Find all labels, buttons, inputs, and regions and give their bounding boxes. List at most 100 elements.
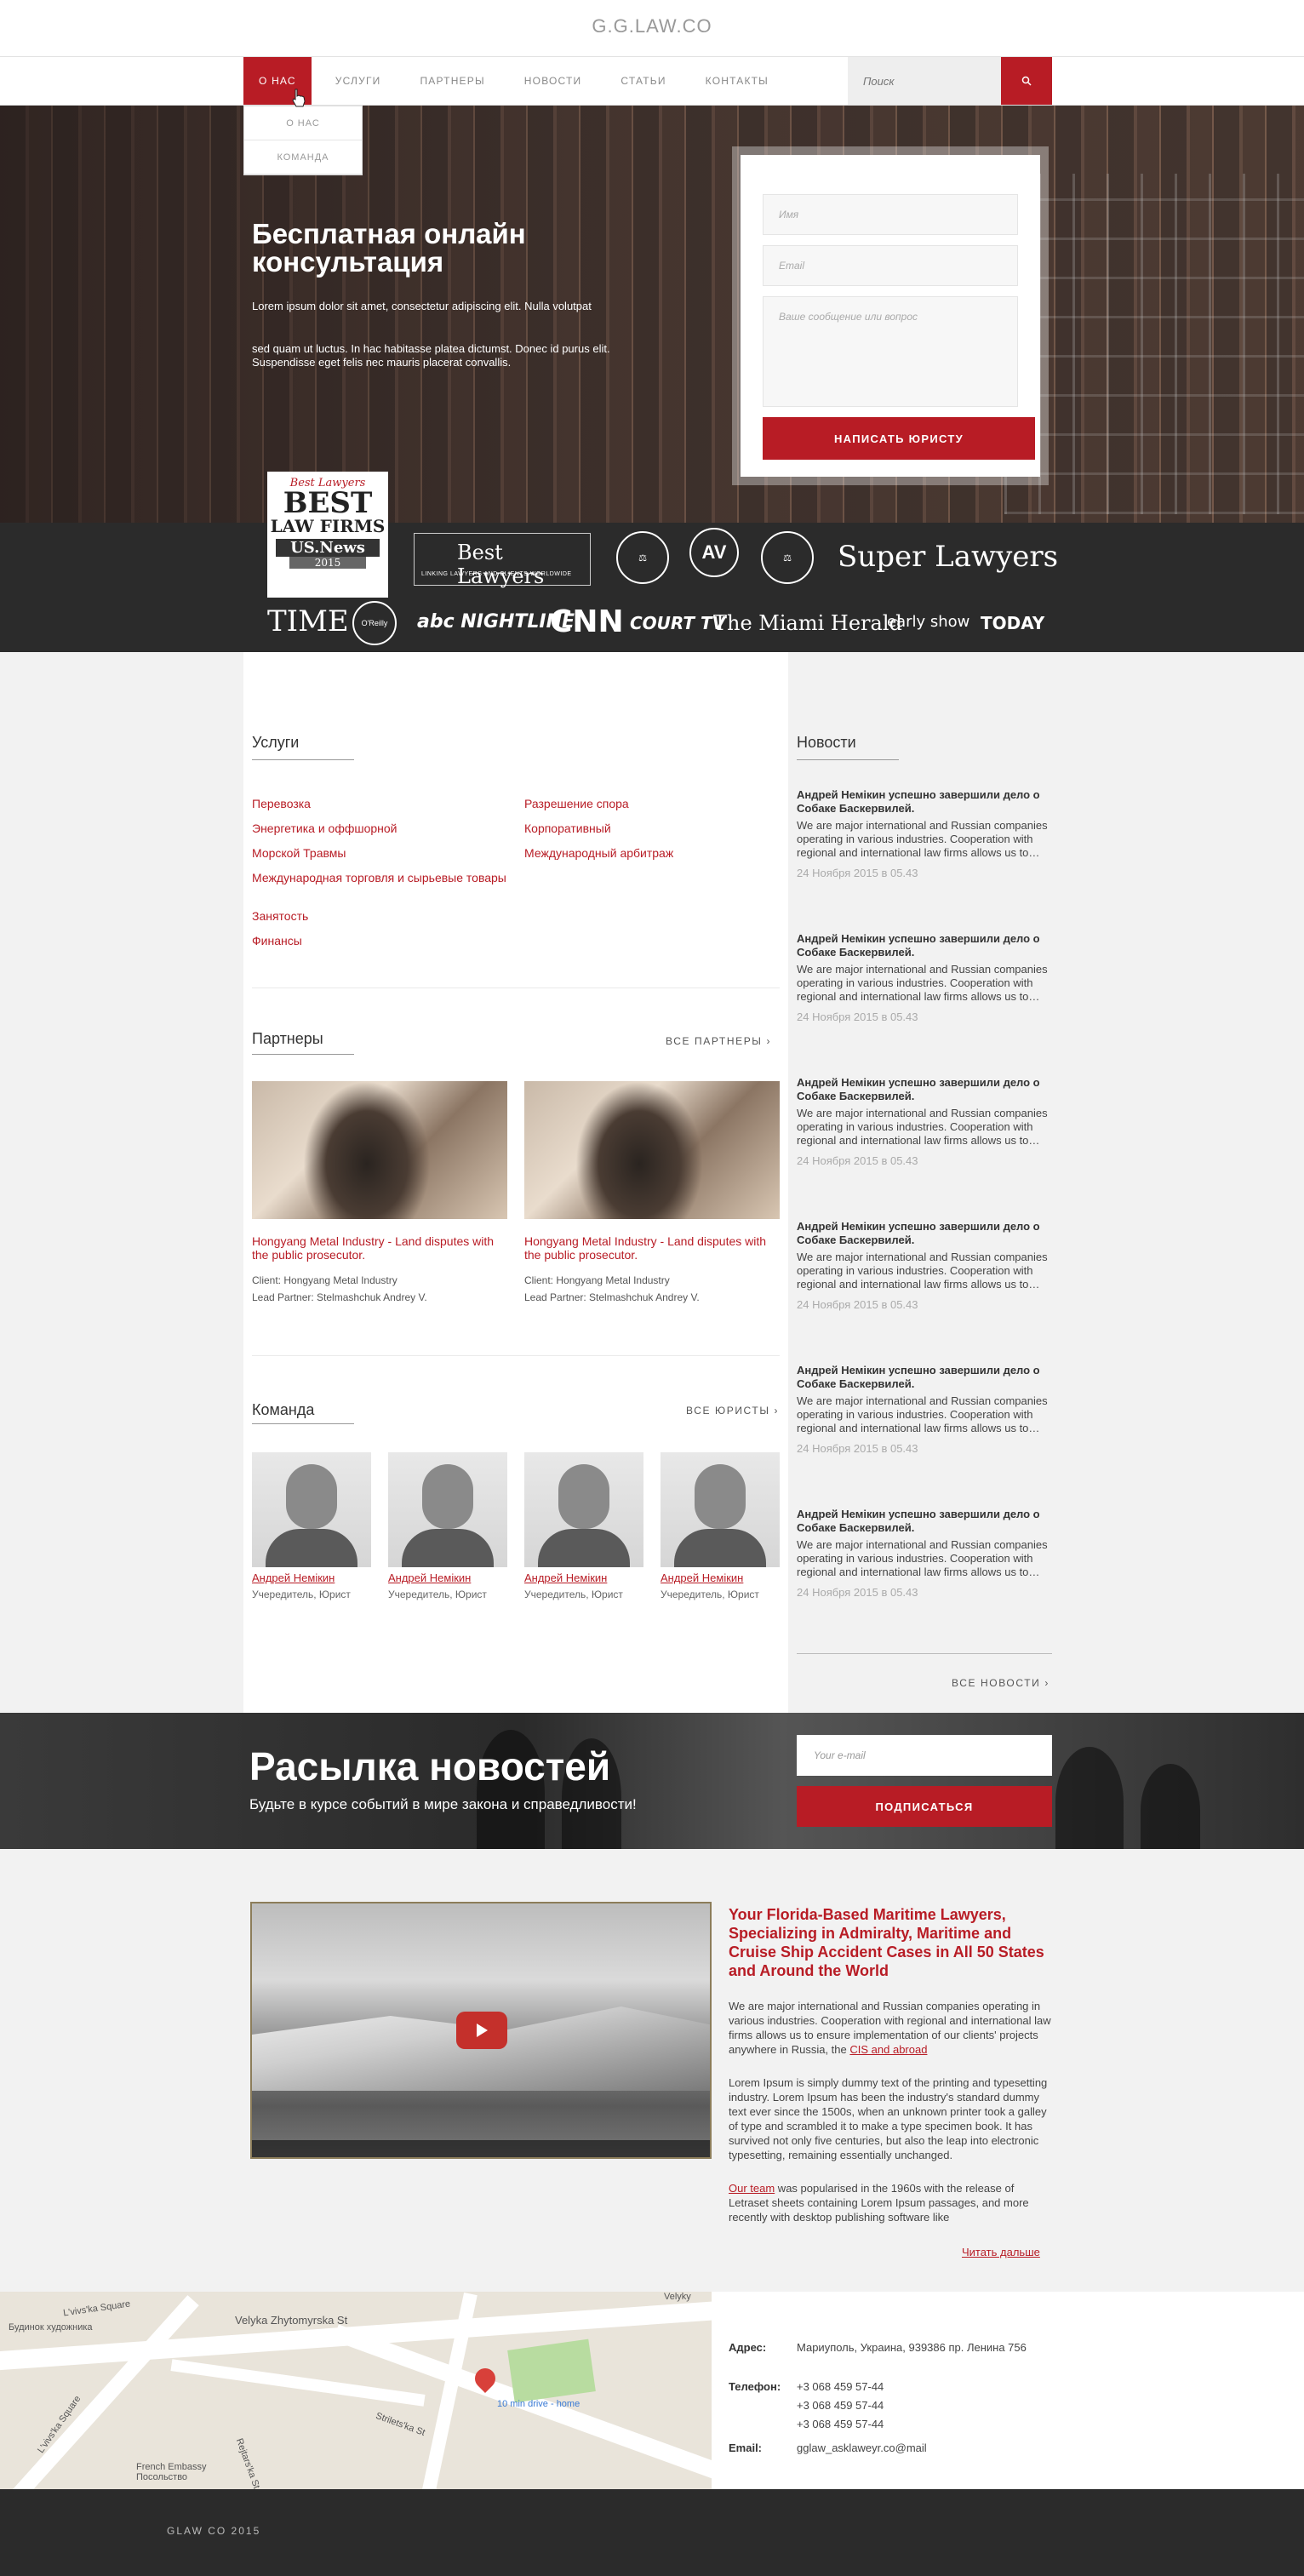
- section-divider: [252, 1355, 780, 1356]
- partner-case-title[interactable]: Hongyang Metal Industry - Land disputes …: [524, 1234, 780, 1262]
- news-item-title: Андрей Немікин успешно завершили дело о …: [797, 1508, 1040, 1534]
- all-news-link[interactable]: Все новости ›: [952, 1677, 1049, 1689]
- hero-background-building: [1004, 174, 1304, 514]
- team-member-name[interactable]: Андрей Немікин: [252, 1571, 335, 1584]
- service-link[interactable]: Финансы: [252, 934, 507, 948]
- message-field[interactable]: Ваше сообщение или вопрос: [763, 296, 1018, 407]
- phone-value[interactable]: +3 068 459 57-44: [797, 2399, 1052, 2413]
- all-lawyers-link[interactable]: Все юристы ›: [686, 1405, 779, 1417]
- team-title-underline: [252, 1423, 354, 1424]
- partners-title: Партнеры: [252, 1030, 323, 1047]
- nav-item-news[interactable]: Новости: [509, 57, 598, 105]
- team-member-name[interactable]: Андрей Немікин: [524, 1571, 607, 1584]
- scales-seal-icon: ⚖: [761, 531, 814, 584]
- news-item-title: Андрей Немікин успешно завершили дело о …: [797, 1364, 1040, 1390]
- silhouette: [1055, 1747, 1124, 1849]
- team-member-role: Учередитель, Юрист: [388, 1589, 487, 1600]
- email-value[interactable]: gglaw_asklaweyr.co@mail: [797, 2441, 1052, 2455]
- services-title-underline: [252, 759, 354, 760]
- map-label: Rejtars'ka St: [233, 2436, 262, 2489]
- all-news-label: Все новости: [952, 1677, 1041, 1689]
- partner-image[interactable]: [252, 1081, 507, 1219]
- team-member-role: Учередитель, Юрист: [252, 1589, 351, 1600]
- all-partners-link[interactable]: Все партнеры ›: [666, 1035, 771, 1047]
- team-member-photo[interactable]: [661, 1452, 780, 1567]
- news-item-excerpt: We are major international and Russian c…: [797, 963, 1048, 1003]
- address-label: Адрес:: [729, 2341, 767, 2354]
- service-link[interactable]: Международный арбитраж: [524, 846, 780, 861]
- news-item-title: Андрей Немікин успешно завершили дело о …: [797, 1076, 1040, 1102]
- map-label: Velyka Zhytomyrska St: [235, 2314, 348, 2327]
- news-item-excerpt: We are major international and Russian c…: [797, 1107, 1048, 1147]
- service-link[interactable]: Корпоративный: [524, 821, 780, 836]
- service-link[interactable]: Занятость: [252, 909, 507, 924]
- portrait-body: [674, 1529, 766, 1567]
- chevron-right-icon: ›: [774, 1405, 780, 1417]
- portrait-head: [422, 1464, 473, 1529]
- cis-abroad-link[interactable]: CIS and abroad: [849, 2043, 927, 2056]
- news-item[interactable]: Андрей Немікин успешно завершили дело о …: [797, 1508, 1052, 1599]
- subscribe-button[interactable]: Подписаться: [797, 1786, 1052, 1827]
- name-field[interactable]: Имя: [763, 194, 1018, 235]
- email-field[interactable]: Email: [763, 245, 1018, 286]
- portrait-head: [695, 1464, 746, 1529]
- newsletter-subtitle: Будьте в курсе событий в мире закона и с…: [249, 1796, 637, 1812]
- search-button[interactable]: [1001, 57, 1052, 105]
- nav-item-articles[interactable]: Статьи: [605, 57, 681, 105]
- news-item[interactable]: Андрей Немікин успешно завершили дело о …: [797, 932, 1052, 1023]
- news-item[interactable]: Андрей Немікин успешно завершили дело о …: [797, 1076, 1052, 1167]
- map-park: [507, 2338, 596, 2403]
- team-member-photo[interactable]: [524, 1452, 643, 1567]
- nav-menu: О нас Услуги Партнеры Новости Статьи Кон…: [243, 57, 792, 105]
- partners-title-underline: [252, 1054, 354, 1055]
- service-link[interactable]: Разрешение спора: [524, 797, 780, 811]
- service-link[interactable]: Энергетика и оффшорной: [252, 821, 507, 836]
- service-link[interactable]: Международная торговля и сырьевые товары: [252, 871, 507, 885]
- news-item[interactable]: Андрей Немікин успешно завершили дело о …: [797, 788, 1052, 879]
- site-logo[interactable]: G.G.LAW.CO: [0, 15, 1304, 37]
- news-item[interactable]: Андрей Немікин успешно завершили дело о …: [797, 1364, 1052, 1455]
- best-lawyers-subtitle: LINKING LAWYERS AND CLIENTS WORLDWIDE: [421, 571, 572, 577]
- phone-value[interactable]: +3 068 459 57-44: [797, 2418, 1052, 2431]
- team-member-photo[interactable]: [388, 1452, 507, 1567]
- map-label: L'vivs'ka Square: [62, 2298, 131, 2319]
- search-input[interactable]: [848, 57, 1001, 105]
- read-more-link[interactable]: Читать дальше: [962, 2246, 1040, 2258]
- dropdown-item-about[interactable]: О нас: [244, 106, 362, 140]
- team-member-name[interactable]: Андрей Немікин: [388, 1571, 471, 1584]
- ask-lawyer-button[interactable]: Написать юристу: [763, 417, 1035, 460]
- phone-value[interactable]: +3 068 459 57-44: [797, 2380, 1052, 2394]
- dropdown-item-team[interactable]: Команда: [244, 140, 362, 175]
- statue-figure: [575, 1081, 703, 1219]
- our-team-link[interactable]: Our team: [729, 2182, 775, 2195]
- newsletter-email-input[interactable]: Your e-mail: [797, 1735, 1052, 1776]
- hand-cursor-icon: [292, 89, 306, 107]
- news-item[interactable]: Андрей Немікин успешно завершили дело о …: [797, 1220, 1052, 1311]
- scales-seal-icon: ⚖: [616, 531, 669, 584]
- nav-item-services[interactable]: Услуги: [320, 57, 397, 105]
- main-navigation: О нас Услуги Партнеры Новости Статьи Кон…: [0, 56, 1304, 106]
- services-title: Услуги: [252, 734, 300, 751]
- awards-logos-band: Best Lawyers BEST LAW FIRMS US.News 2015…: [0, 472, 1304, 652]
- video-player[interactable]: [250, 1902, 712, 2159]
- badge-line-2: BEST: [283, 486, 373, 520]
- play-button[interactable]: [456, 2012, 507, 2049]
- av-rating-logo: AV: [689, 528, 739, 577]
- nav-item-partners[interactable]: Партнеры: [404, 57, 500, 105]
- partner-image[interactable]: [524, 1081, 780, 1219]
- video-controls-bar[interactable]: [252, 2140, 710, 2157]
- news-item-date: 24 Ноября 2015 в 05.43: [797, 867, 918, 879]
- service-link[interactable]: Морской Травмы: [252, 846, 507, 861]
- team-member-photo[interactable]: [252, 1452, 371, 1567]
- map-label: Будинок художника: [9, 2322, 93, 2333]
- service-link[interactable]: Перевозка: [252, 797, 507, 811]
- cnn-logo: CNN: [550, 604, 624, 639]
- portrait-body: [402, 1529, 494, 1567]
- map-label: French Embassy Посольство: [136, 2462, 207, 2482]
- nav-item-contacts[interactable]: Контакты: [690, 57, 784, 105]
- silhouette: [1141, 1764, 1200, 1849]
- team-member-name[interactable]: Андрей Немікин: [661, 1571, 743, 1584]
- news-item-excerpt: We are major international and Russian c…: [797, 1394, 1048, 1434]
- partner-case-title[interactable]: Hongyang Metal Industry - Land disputes …: [252, 1234, 507, 1262]
- location-map[interactable]: L'vivs'ka Square Velyka Zhytomyrska St Б…: [0, 2292, 712, 2489]
